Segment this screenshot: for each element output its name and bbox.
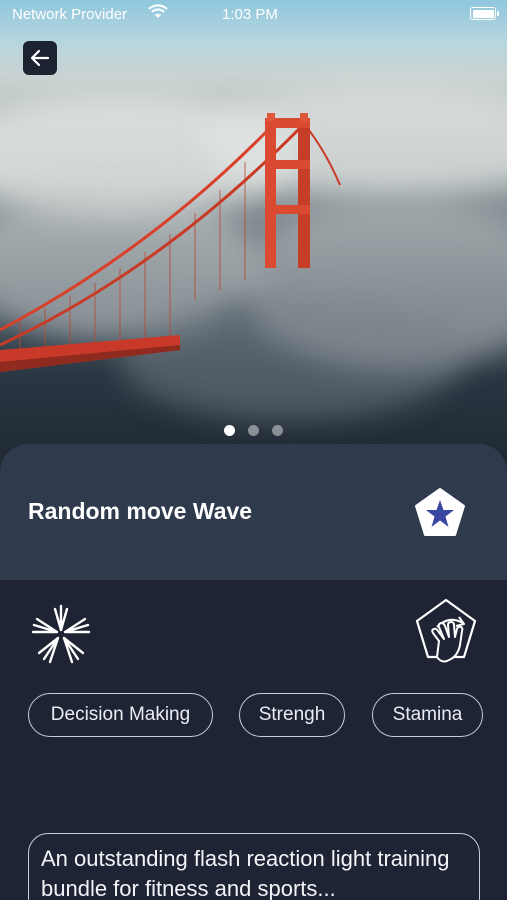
page-title: Random move Wave — [28, 498, 253, 524]
status-time: 1:03 PM — [222, 6, 278, 23]
wifi-icon — [148, 4, 168, 18]
star-pentagon-icon — [415, 488, 465, 536]
touch-hand-icon[interactable] — [413, 597, 479, 667]
carousel-dot-3[interactable] — [272, 425, 283, 436]
battery-icon — [470, 7, 499, 20]
carrier-label: Network Provider — [12, 6, 128, 23]
tag-stamina[interactable]: Stamina — [372, 693, 483, 737]
status-bar: Network Provider 1:03 PM — [0, 0, 507, 30]
hero-image — [0, 0, 507, 470]
starburst-logo-icon — [27, 600, 95, 668]
carousel-pagination — [0, 425, 507, 436]
tag-decision-making[interactable]: Decision Making — [28, 693, 213, 737]
carousel-dot-2[interactable] — [248, 425, 259, 436]
description-box: An outstanding flash reaction light trai… — [28, 833, 480, 900]
tag-strength[interactable]: Strengh — [239, 693, 345, 737]
back-button[interactable] — [23, 41, 57, 75]
favorite-button[interactable] — [413, 486, 467, 540]
carousel-dot-1[interactable] — [224, 425, 235, 436]
back-arrow-icon — [30, 49, 50, 67]
bridge-illustration — [0, 113, 341, 372]
